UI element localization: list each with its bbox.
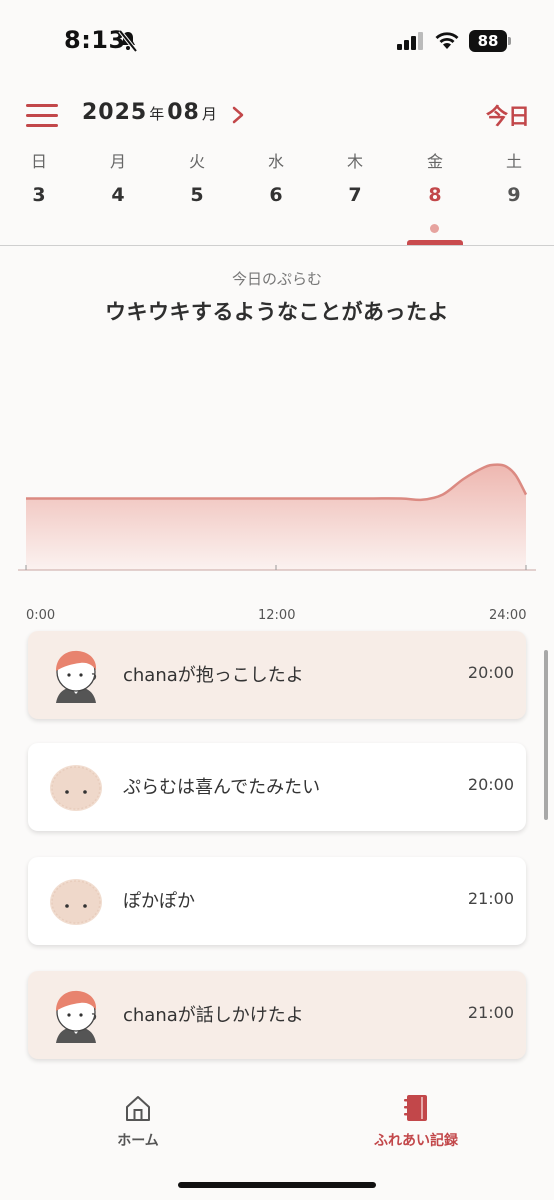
header-divider: [0, 245, 554, 246]
pet-fluffball-icon: [50, 879, 102, 925]
event-card[interactable]: chanaが抱っこしたよ 20:00: [28, 631, 526, 719]
status-time: 8:13: [64, 26, 126, 54]
battery-indicator: 88: [469, 30, 507, 52]
summary-title: ウキウキするようなことがあったよ: [105, 300, 449, 324]
nav-log-tab[interactable]: ふれあい記録: [336, 1094, 496, 1150]
day-number: 9: [507, 184, 521, 206]
month-unit: 月: [201, 105, 218, 123]
chevron-right-icon[interactable]: [228, 104, 248, 126]
day-number: 7: [348, 184, 362, 206]
notebook-icon: [404, 1095, 427, 1121]
event-card[interactable]: chanaが話しかけたよ 21:00: [28, 971, 526, 1059]
day-name: 日: [30, 152, 47, 171]
event-text: chanaが話しかけたよ: [123, 1005, 304, 1026]
day-mon[interactable]: 月 4: [88, 150, 148, 206]
year-unit: 年: [149, 105, 166, 123]
event-card[interactable]: ぷらむは喜んでたみたい 20:00: [28, 743, 526, 831]
event-time: 21:00: [467, 1003, 514, 1022]
event-text: chanaが抱っこしたよ: [123, 665, 304, 686]
x-tick-label-start: 0:00: [26, 608, 56, 623]
today-button[interactable]: 今日: [486, 99, 530, 131]
x-tick-label-end: 24:00: [489, 608, 527, 623]
day-name: 水: [267, 152, 284, 171]
battery-tip: [508, 37, 511, 45]
event-card[interactable]: ぽかぽか 21:00: [28, 857, 526, 945]
person-avatar-icon: [56, 990, 97, 1043]
week-day-selector: 日 3 月 4 火 5 水 6 木 7 金 8 土 9: [0, 150, 554, 245]
summary-subtitle: 今日のぷらむ: [231, 270, 322, 288]
chart-area-fill: [26, 464, 526, 570]
day-name: 火: [188, 152, 205, 171]
x-tick-label-mid: 12:00: [258, 608, 296, 623]
bell-off-icon: [118, 30, 138, 52]
day-thu[interactable]: 木 7: [325, 150, 385, 206]
nav-log-label: ふれあい記録: [374, 1133, 458, 1149]
day-sun[interactable]: 日 3: [9, 150, 69, 206]
day-number: 5: [190, 184, 204, 206]
day-number: 4: [111, 184, 125, 206]
selected-day-dot: [430, 224, 439, 233]
month-title: 2025 年08 月: [82, 100, 220, 125]
day-number: 3: [32, 184, 46, 206]
event-text: ぽかぽか: [123, 891, 195, 912]
day-name: 木: [346, 152, 363, 171]
nav-home-label: ホーム: [117, 1133, 159, 1149]
hamburger-menu-icon[interactable]: [26, 103, 58, 127]
wifi-icon: [435, 32, 459, 49]
day-name: 土: [505, 152, 522, 171]
day-number: 8: [428, 184, 442, 206]
month-value: 08: [167, 100, 200, 125]
year-value: 2025: [82, 100, 148, 125]
nav-home-tab[interactable]: ホーム: [58, 1094, 218, 1150]
person-avatar-icon: [56, 650, 97, 703]
scrollbar[interactable]: [544, 650, 548, 820]
signal-icon: [397, 32, 423, 50]
event-text: ぷらむは喜んでたみたい: [123, 777, 321, 798]
status-bar: 8:13 88: [0, 0, 554, 80]
bottom-nav: ホーム ふれあい記録: [0, 1072, 554, 1200]
day-tue[interactable]: 火 5: [167, 150, 227, 206]
event-time: 20:00: [467, 663, 514, 682]
header: 2025 年08 月 今日: [0, 90, 554, 140]
pet-fluffball-icon: [50, 765, 102, 811]
day-name: 金: [426, 152, 443, 171]
home-indicator: [178, 1182, 376, 1188]
event-time: 20:00: [467, 775, 514, 794]
day-sat[interactable]: 土 9: [484, 150, 544, 206]
event-time: 21:00: [467, 889, 514, 908]
home-icon: [126, 1096, 150, 1121]
day-number: 6: [269, 184, 283, 206]
day-fri-selected[interactable]: 金 8: [405, 150, 465, 206]
day-wed[interactable]: 水 6: [246, 150, 306, 206]
day-name: 月: [109, 152, 126, 171]
mood-chart: [18, 463, 536, 571]
